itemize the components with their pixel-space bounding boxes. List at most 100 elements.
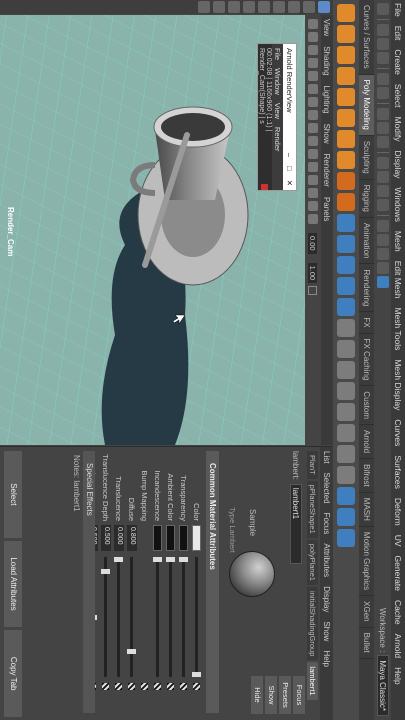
uv-editor-icon[interactable] <box>337 487 355 505</box>
vp-menu-panels[interactable]: Panels <box>323 197 332 221</box>
hypershade-icon[interactable] <box>377 262 389 274</box>
poly-sphere-icon[interactable] <box>337 4 355 22</box>
attribute-slider[interactable] <box>192 557 202 677</box>
ae-tab[interactable]: initialShadingGroup <box>307 586 319 661</box>
attribute-slider[interactable] <box>153 557 163 677</box>
color-management-checkbox[interactable] <box>308 286 318 296</box>
arnold-menu-render[interactable]: Render <box>273 127 282 152</box>
map-button-icon[interactable] <box>128 683 136 690</box>
move-tool-icon[interactable] <box>273 1 285 13</box>
select-hierarchy-icon[interactable] <box>377 108 389 120</box>
map-button-icon[interactable] <box>102 683 110 690</box>
rotate-tool-icon[interactable] <box>258 1 270 13</box>
combine-icon[interactable] <box>337 214 355 232</box>
vp-menu-view[interactable]: View <box>323 19 332 36</box>
bookmark-icon[interactable] <box>308 45 318 55</box>
attribute-slider[interactable] <box>166 557 176 677</box>
map-button-icon[interactable] <box>154 683 162 690</box>
insert-edge-loop-icon[interactable] <box>337 466 355 484</box>
shelf-tab[interactable]: MASH <box>359 492 374 527</box>
shelf-tab[interactable]: Bifrost <box>359 459 374 493</box>
attribute-slider[interactable] <box>101 557 111 677</box>
maximize-icon[interactable]: □ <box>285 166 294 171</box>
textured-icon[interactable] <box>308 149 318 159</box>
render-settings-icon[interactable] <box>377 248 389 260</box>
menu-modify[interactable]: Modify <box>393 117 403 142</box>
select-object-icon[interactable] <box>377 122 389 134</box>
shelf-tab[interactable]: FX <box>359 312 374 334</box>
save-scene-icon[interactable] <box>377 52 389 64</box>
menu-deform[interactable]: Deform <box>393 498 403 526</box>
slider-handle[interactable] <box>153 557 163 562</box>
map-button-icon[interactable] <box>141 683 149 690</box>
exposure-field[interactable]: 0.00 <box>308 233 318 254</box>
poly-cube-icon[interactable] <box>337 25 355 43</box>
menu-edit-mesh[interactable]: Edit Mesh <box>393 261 403 299</box>
ambient-occlusion-icon[interactable] <box>308 188 318 198</box>
gamma-field[interactable]: 1.00 <box>308 262 318 284</box>
menu-display[interactable]: Display <box>393 151 403 179</box>
vp-menu-show[interactable]: Show <box>323 124 332 144</box>
focus-button[interactable]: Focus <box>293 676 305 714</box>
shelf-tab[interactable]: Rendering <box>359 264 374 313</box>
menu-create[interactable]: Create <box>393 49 403 75</box>
slider-handle[interactable] <box>101 569 111 574</box>
ae-menu-attributes[interactable]: Attributes <box>322 543 331 577</box>
menu-help[interactable]: Help <box>393 667 403 684</box>
planar-map-icon[interactable] <box>337 508 355 526</box>
shelf-tab[interactable]: FX Caching <box>359 333 374 387</box>
attribute-value-field[interactable]: 0.000 <box>114 525 124 551</box>
poly-torus-icon[interactable] <box>337 88 355 106</box>
color-swatch[interactable] <box>153 525 163 551</box>
shelf-tab[interactable]: Motion Graphics <box>359 526 374 597</box>
open-scene-icon[interactable] <box>377 38 389 50</box>
outliner-layout-icon[interactable] <box>198 1 210 13</box>
wireframe-icon[interactable] <box>308 123 318 133</box>
ae-menu-focus[interactable]: Focus <box>322 513 331 535</box>
render-icon[interactable] <box>377 220 389 232</box>
svg-type-icon[interactable] <box>337 172 355 190</box>
shelf-tab[interactable]: Sculpting <box>359 135 374 180</box>
bevel-icon[interactable] <box>337 361 355 379</box>
minimize-icon[interactable]: – <box>285 153 294 157</box>
attribute-slider[interactable] <box>179 557 189 677</box>
smooth-shade-icon[interactable] <box>308 136 318 146</box>
select-button[interactable]: Select <box>4 451 22 538</box>
map-button-icon[interactable] <box>115 683 123 690</box>
stop-render-icon[interactable] <box>261 184 269 190</box>
platonic-solid-icon[interactable] <box>337 151 355 169</box>
boolean-icon[interactable] <box>337 277 355 295</box>
bridge-icon[interactable] <box>337 340 355 358</box>
undo-icon[interactable] <box>377 73 389 85</box>
shelf-tab-active[interactable]: Poly Modeling <box>359 74 374 136</box>
shelf-tab[interactable]: Arnold <box>359 424 374 460</box>
connect-icon[interactable] <box>337 424 355 442</box>
ae-menu-selected[interactable]: Selected <box>322 472 331 503</box>
poly-cylinder-icon[interactable] <box>337 46 355 64</box>
arnold-menu-window[interactable]: Window <box>273 68 282 95</box>
gate-mask-icon[interactable] <box>308 110 318 120</box>
arnold-menu-view[interactable]: View <box>273 103 282 119</box>
film-gate-icon[interactable] <box>308 84 318 94</box>
slider-handle[interactable] <box>127 649 137 654</box>
poly-plane-icon[interactable] <box>337 109 355 127</box>
menu-mesh[interactable]: Mesh <box>393 231 403 252</box>
resolution-gate-icon[interactable] <box>308 97 318 107</box>
menu-mesh-tools[interactable]: Mesh Tools <box>393 308 403 351</box>
redo-icon[interactable] <box>377 87 389 99</box>
snap-curve-icon[interactable] <box>377 171 389 183</box>
mirror-icon[interactable] <box>337 298 355 316</box>
quad-draw-icon[interactable] <box>337 445 355 463</box>
paint-select-icon[interactable] <box>288 1 300 13</box>
shelf-tab[interactable]: Bullet <box>359 627 374 659</box>
menu-arnold[interactable]: Arnold <box>393 634 403 659</box>
section-header[interactable]: Common Material Attributes <box>206 451 219 713</box>
vp-menu-renderer[interactable]: Renderer <box>323 154 332 187</box>
select-tool-icon[interactable] <box>318 1 330 13</box>
menu-curves[interactable]: Curves <box>393 419 403 446</box>
four-view-icon[interactable] <box>213 1 225 13</box>
arnold-render-icon[interactable] <box>377 276 389 288</box>
camera-attributes-icon[interactable] <box>308 32 318 42</box>
menu-generate[interactable]: Generate <box>393 556 403 591</box>
ae-tab[interactable]: pPlaneShape1 <box>307 480 319 538</box>
